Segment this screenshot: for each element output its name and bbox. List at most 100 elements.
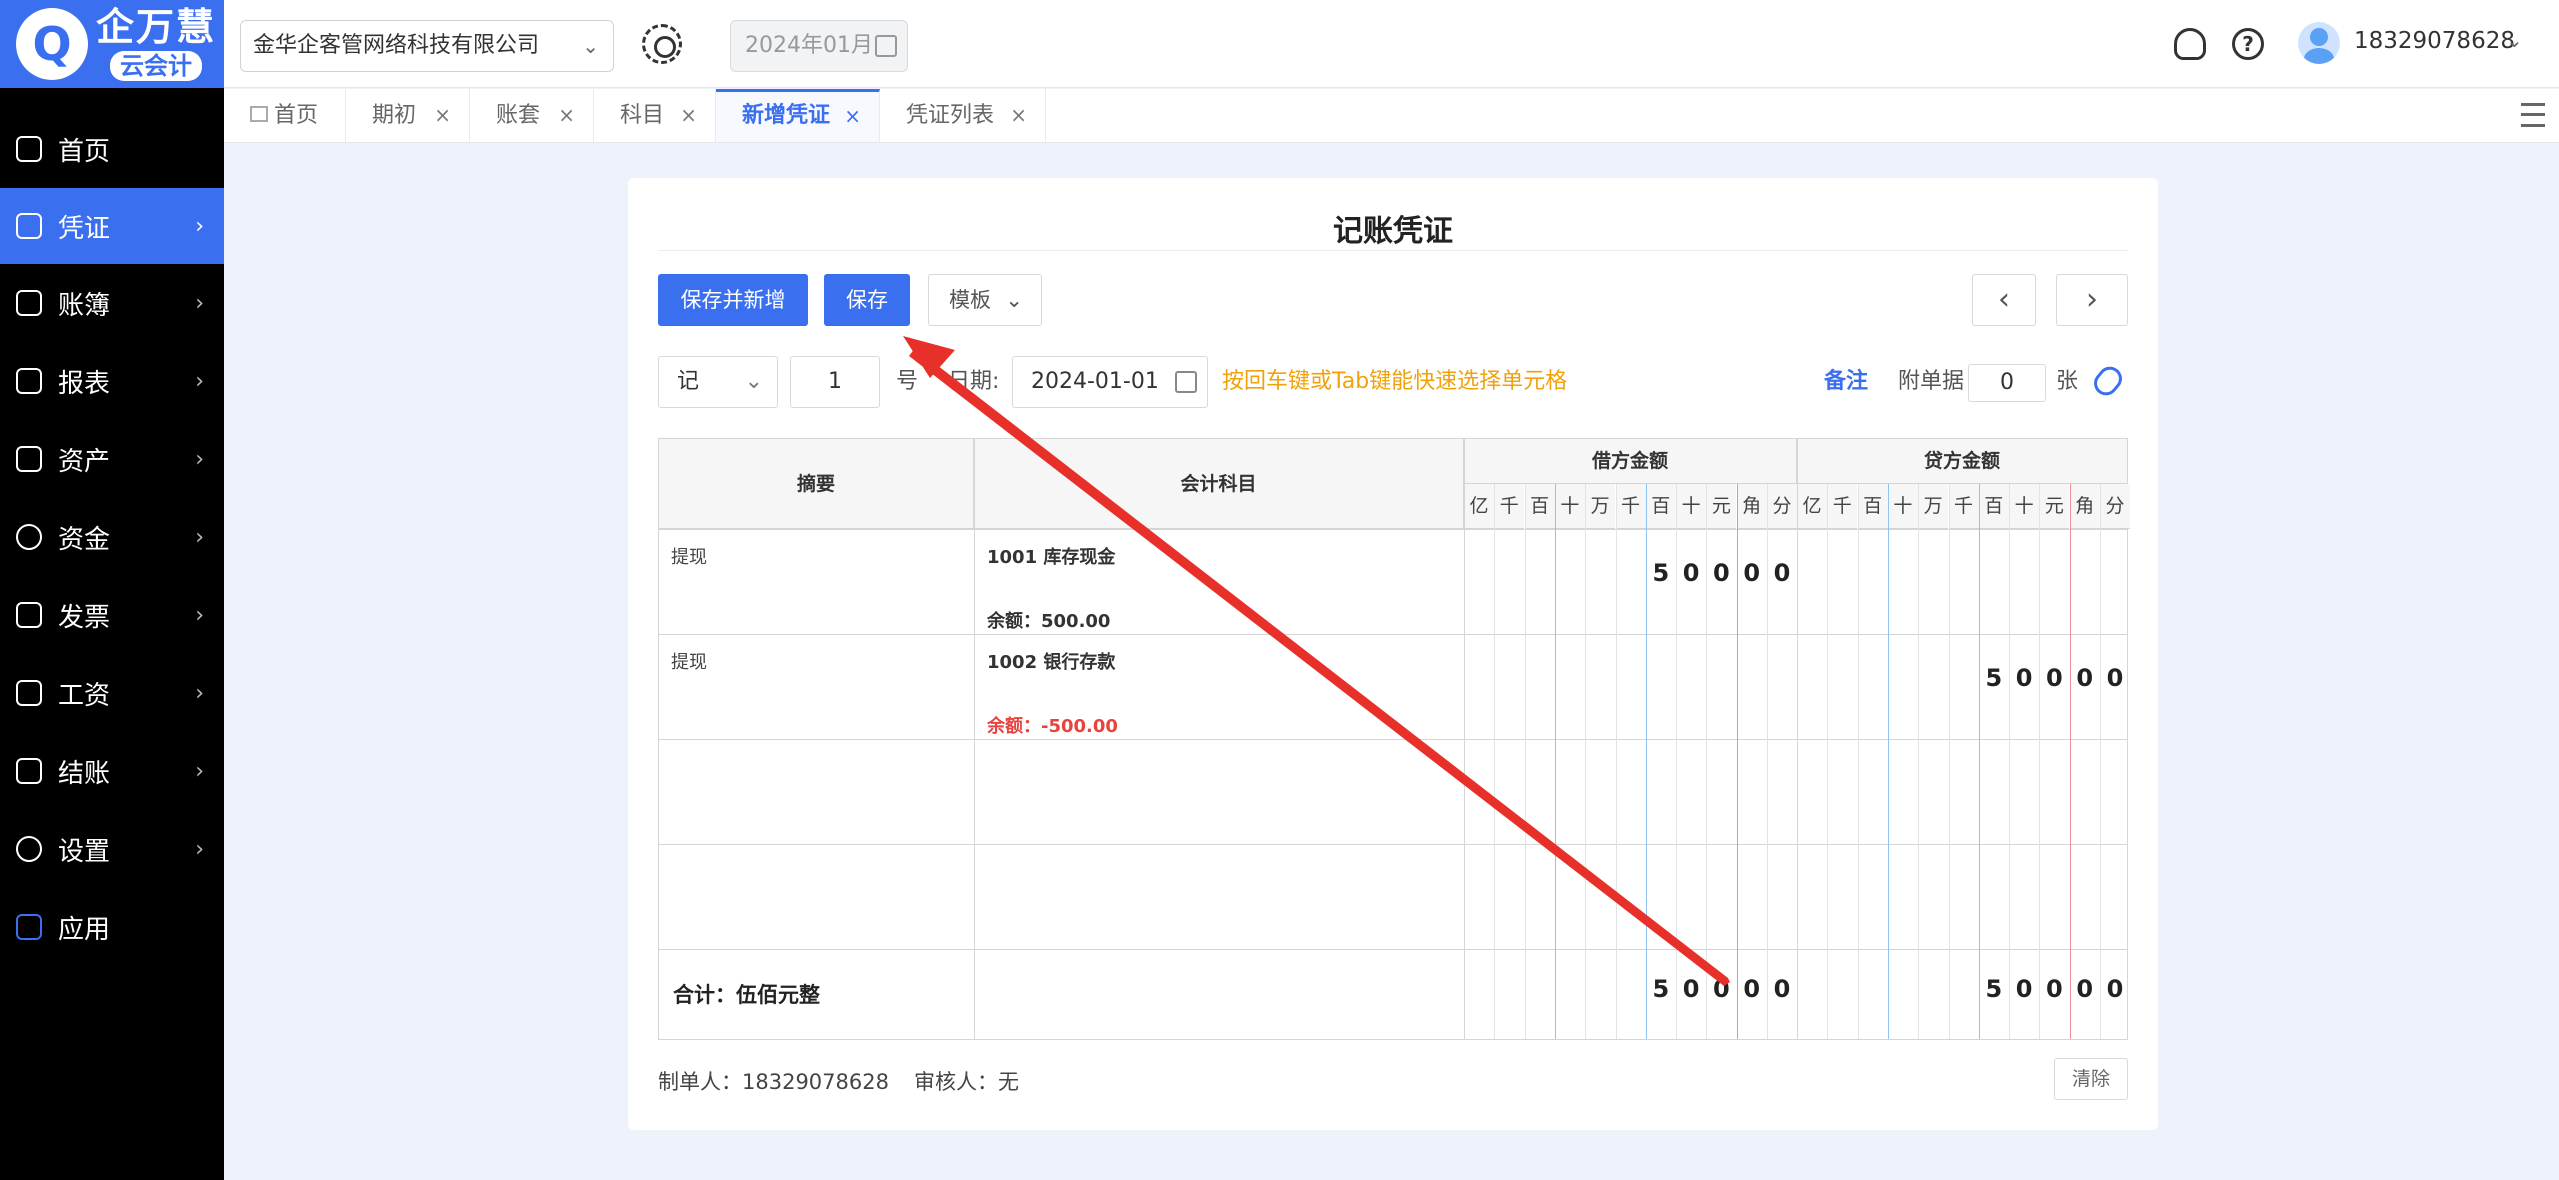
report-icon	[16, 368, 42, 394]
calendar-icon	[1175, 371, 1197, 393]
digit-divider	[1554, 484, 1556, 1039]
total-label: 合计：伍佰元整	[673, 983, 820, 1007]
tab-0[interactable]: 首页	[224, 89, 346, 142]
home-icon	[16, 136, 42, 162]
sidebar-item-label: 凭证	[58, 213, 111, 244]
amount-digit: 0	[2076, 975, 2094, 1003]
tab-1[interactable]: 期初 ×	[346, 89, 470, 142]
digit-divider	[1615, 484, 1617, 1039]
voucher-word-select[interactable]: 记 ⌄	[658, 356, 778, 408]
help-icon[interactable]: ?	[2232, 28, 2264, 60]
amount-digit: 0	[1743, 975, 1761, 1003]
account-cell[interactable]	[974, 740, 1464, 844]
digit-divider	[1857, 484, 1859, 1039]
chevron-right-icon: ›	[195, 602, 204, 628]
digit-header: 万	[1585, 484, 1616, 529]
number-suffix-label: 号	[896, 369, 919, 394]
logo-subtitle: 云会计	[110, 51, 202, 81]
tab-5[interactable]: 凭证列表 ×	[880, 89, 1046, 142]
digit-header: 千	[1615, 484, 1646, 529]
settings-icon	[16, 836, 42, 862]
amount-digit: 5	[1652, 975, 1670, 1003]
digit-divider	[2100, 484, 2101, 1039]
voucher-table: 摘要 会计科目 借方金额 贷方金额 亿亿千千百百十十万万千千百百十十元元角角分分…	[658, 438, 2130, 1040]
period-value: 2024年01月	[745, 33, 873, 58]
paperclip-icon[interactable]	[2089, 361, 2127, 401]
calendar-icon	[875, 35, 897, 57]
close-icon[interactable]: ×	[434, 89, 451, 142]
amount-digit: 0	[1773, 975, 1791, 1003]
sidebar-item-label: 结账	[58, 758, 111, 789]
tab-3[interactable]: 科目 ×	[594, 89, 716, 142]
clear-button[interactable]: 清除	[2054, 1058, 2128, 1100]
date-value: 2024-01-01	[1031, 369, 1159, 394]
sidebar: Q 企万慧 云会计 首页 凭证 › 账簿 › 报表 › 资产 › 资金 › 发票 › 工资 › 结账 › 设置 › 应…	[0, 0, 224, 1180]
tab-4[interactable]: 新增凭证 ×	[716, 89, 880, 142]
digit-header: 亿	[1464, 484, 1494, 529]
digit-divider	[1978, 484, 1980, 1039]
user-menu-chevron-icon[interactable]: ⌄	[2506, 28, 2523, 52]
remark-link[interactable]: 备注	[1824, 356, 1868, 408]
digit-header: 十	[1676, 484, 1707, 529]
app-icon	[16, 914, 42, 940]
user-avatar[interactable]	[2298, 22, 2340, 64]
chevron-right-icon: ›	[195, 290, 204, 316]
save-and-new-button[interactable]: 保存并新增	[658, 274, 808, 326]
close-icon[interactable]: ×	[844, 92, 861, 140]
tab-label: 新增凭证	[742, 103, 831, 128]
username[interactable]: 18329078628	[2354, 28, 2515, 54]
sidebar-item-5[interactable]: 资金 ›	[0, 499, 224, 575]
chevron-right-icon: ›	[195, 213, 204, 239]
template-dropdown[interactable]: 模板 ⌄	[928, 274, 1042, 326]
digit-header: 十	[1887, 484, 1918, 529]
sidebar-item-6[interactable]: 发票 ›	[0, 577, 224, 653]
digit-header: 十	[2009, 484, 2040, 529]
amount-digit: 0	[1713, 559, 1730, 587]
save-button[interactable]: 保存	[824, 274, 910, 326]
shortcut-hint: 按回车键或Tab键能快速选择单元格	[1222, 369, 1568, 394]
closing-icon	[16, 758, 42, 784]
account-cell[interactable]	[974, 845, 1464, 949]
voucher-number-input[interactable]: 1	[790, 356, 880, 408]
summary-cell[interactable]	[659, 845, 974, 949]
summary-text: 提现	[671, 547, 707, 568]
sidebar-item-4[interactable]: 资产 ›	[0, 421, 224, 497]
auditor-label: 审核人：无	[914, 1070, 1019, 1094]
summary-cell[interactable]	[659, 740, 974, 844]
headset-support-icon[interactable]	[2174, 28, 2206, 60]
amount-digit: 0	[2015, 975, 2033, 1003]
column-divider	[1797, 439, 1798, 1039]
column-divider	[974, 439, 975, 1039]
date-input[interactable]: 2024-01-01	[1012, 356, 1208, 408]
summary-header: 摘要	[659, 439, 974, 529]
close-icon[interactable]: ×	[680, 89, 697, 142]
sidebar-item-0[interactable]: 首页	[0, 111, 224, 187]
close-icon[interactable]: ×	[558, 89, 575, 142]
app-logo[interactable]: Q 企万慧 云会计	[0, 0, 224, 88]
sidebar-item-1[interactable]: 凭证 ›	[0, 188, 224, 264]
digit-header: 千	[1948, 484, 1979, 529]
sidebar-item-label: 首页	[58, 136, 111, 167]
sidebar-item-7[interactable]: 工资 ›	[0, 655, 224, 731]
attachment-count-input[interactable]: 0	[1968, 364, 2046, 402]
sidebar-item-10[interactable]: 应用	[0, 889, 224, 965]
sidebar-item-2[interactable]: 账簿 ›	[0, 265, 224, 341]
tab-2[interactable]: 账套 ×	[470, 89, 594, 142]
period-picker[interactable]: 2024年01月	[730, 20, 908, 72]
sidebar-item-9[interactable]: 设置 ›	[0, 811, 224, 887]
tab-menu-icon[interactable]	[2521, 103, 2545, 127]
maker-label: 制单人：18329078628	[658, 1070, 889, 1094]
gear-icon[interactable]	[642, 24, 682, 64]
sidebar-item-3[interactable]: 报表 ›	[0, 343, 224, 419]
account-header: 会计科目	[974, 439, 1464, 529]
next-voucher-button[interactable]: ›	[2056, 274, 2128, 326]
prev-voucher-button[interactable]: ‹	[1972, 274, 2036, 326]
sidebar-item-8[interactable]: 结账 ›	[0, 733, 224, 809]
company-select[interactable]: 金华企客管网络科技有限公司 ⌄	[240, 20, 614, 72]
sidebar-item-label: 资产	[58, 446, 111, 477]
amount-digit: 5	[1985, 975, 2003, 1003]
digit-header: 百	[1645, 484, 1676, 529]
summary-text: 提现	[671, 652, 707, 673]
logo-title: 企万慧	[96, 5, 217, 49]
close-icon[interactable]: ×	[1010, 89, 1027, 142]
